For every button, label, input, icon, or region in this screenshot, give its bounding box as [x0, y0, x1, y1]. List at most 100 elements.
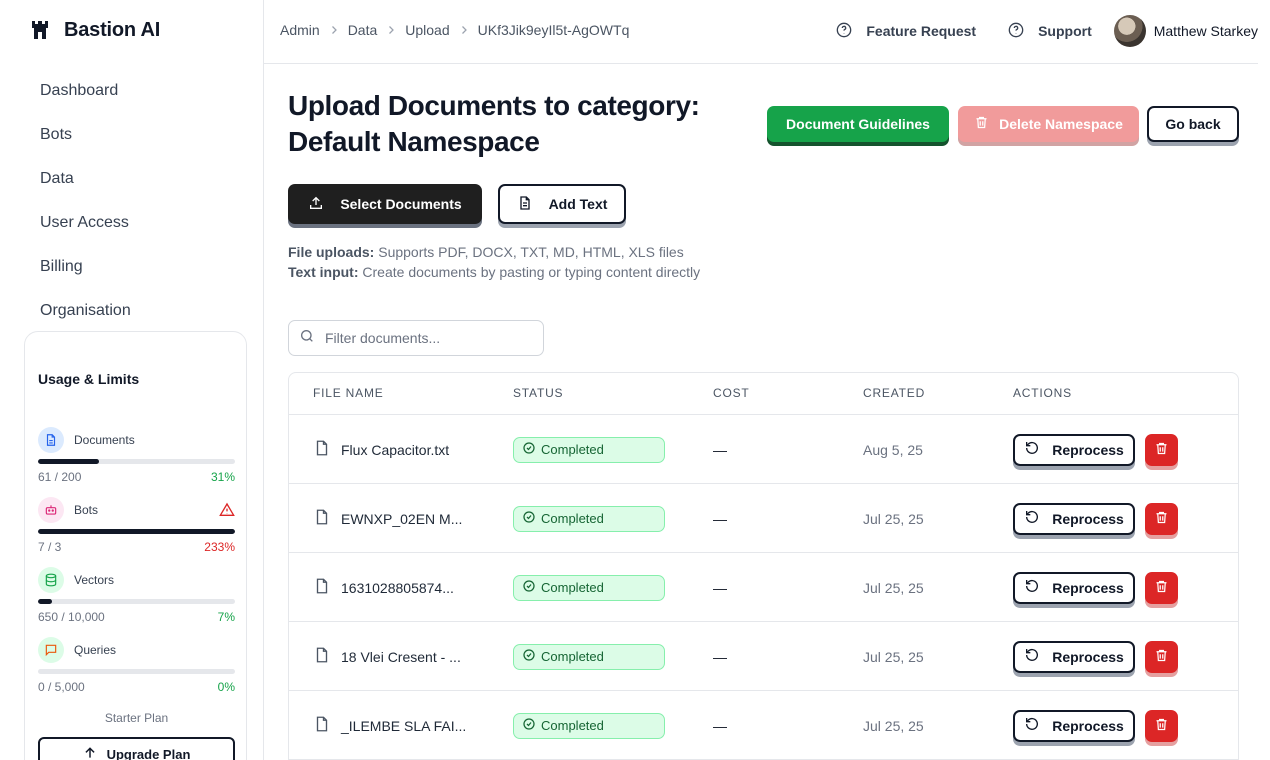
status-cell: Completed: [513, 415, 665, 484]
file-icon: [313, 715, 331, 736]
check-circle-icon: [523, 649, 535, 664]
sidebar-item-billing[interactable]: Billing: [40, 254, 131, 298]
metric-count: 650 / 10,000: [38, 610, 105, 624]
reprocess-button[interactable]: Reprocess: [1013, 433, 1135, 466]
delete-document-button[interactable]: [1145, 433, 1178, 466]
sidebar-item-bots[interactable]: Bots: [40, 122, 131, 166]
column-created[interactable]: CREATED: [863, 386, 925, 400]
breadcrumb-current: UKf3Jik9eyIl5t-AgOWTq: [477, 22, 630, 38]
status-cell: Completed: [513, 553, 665, 622]
actions-cell: Reprocess: [1013, 415, 1178, 484]
table-header: FILE NAME STATUS COST CREATED ACTIONS: [289, 373, 1238, 415]
help-circle-icon: [1008, 22, 1024, 41]
sidebar-item-data[interactable]: Data: [40, 166, 131, 210]
created-cell: Aug 5, 25: [863, 441, 923, 458]
plan-name: Starter Plan: [104, 711, 169, 725]
feature-request-link[interactable]: Feature Request: [836, 22, 976, 41]
file-name[interactable]: 18 Vlei Cresent - ...: [341, 649, 461, 665]
support-link[interactable]: Support: [1008, 22, 1092, 41]
document-guidelines-button[interactable]: Document Guidelines: [767, 106, 949, 142]
filter-box: [288, 320, 544, 356]
avatar[interactable]: [1113, 15, 1146, 47]
reprocess-button[interactable]: Reprocess: [1013, 571, 1135, 604]
status-text: Completed: [541, 718, 604, 733]
delete-document-button[interactable]: [1145, 709, 1178, 742]
arrow-up-icon: [83, 746, 97, 760]
table-row: 1631028805874... Completed — Jul 25, 25 …: [289, 553, 1238, 622]
created-cell: Jul 25, 25: [863, 579, 924, 596]
add-text-button[interactable]: Add Text: [498, 184, 626, 224]
refresh-icon: [1024, 647, 1040, 666]
status-text: Completed: [541, 511, 604, 526]
header-actions: Feature Request Support Matthew Starkey: [836, 14, 1258, 48]
metric-percent: 0%: [217, 680, 235, 694]
actions-cell: Reprocess: [1013, 622, 1178, 691]
file-icon: [313, 577, 331, 598]
breadcrumb-admin[interactable]: Admin: [280, 22, 320, 38]
chevron-right-icon: [328, 24, 340, 36]
sidebar-item-user-access[interactable]: User Access: [40, 210, 131, 254]
brand[interactable]: Bastion AI: [30, 18, 160, 42]
breadcrumb-upload[interactable]: Upload: [405, 22, 449, 38]
column-status[interactable]: STATUS: [513, 386, 563, 400]
check-circle-icon: [523, 580, 535, 595]
file-name-cell: _ILEMBE SLA FAI...: [313, 691, 466, 760]
cost-cell: —: [713, 441, 727, 458]
metric-label: Bots: [74, 503, 99, 517]
file-name[interactable]: Flux Capacitor.txt: [341, 442, 449, 458]
column-file-name[interactable]: FILE NAME: [313, 386, 384, 400]
filter-documents-input[interactable]: [325, 330, 525, 346]
metric-count: 7 / 3: [38, 540, 62, 554]
go-back-button[interactable]: Go back: [1147, 106, 1239, 142]
sidebar-item-dashboard[interactable]: Dashboard: [40, 78, 131, 122]
trash-icon: [1154, 717, 1169, 735]
status-badge: Completed: [513, 643, 665, 670]
document-guidelines-label: Document Guidelines: [786, 116, 930, 132]
created-cell: Jul 25, 25: [863, 648, 924, 665]
metric-count: 0 / 5,000: [38, 680, 85, 694]
table-row: Flux Capacitor.txt Completed — Aug 5, 25…: [289, 415, 1238, 484]
castle-logo-icon: [30, 18, 50, 42]
metric-count: 61 / 200: [38, 470, 82, 484]
chevron-right-icon: [458, 24, 470, 36]
trash-icon: [1154, 510, 1169, 528]
delete-document-button[interactable]: [1145, 640, 1178, 673]
refresh-icon: [1024, 509, 1040, 528]
status-text: Completed: [541, 649, 604, 664]
file-icon: [313, 646, 331, 667]
help-uploads-text: Supports PDF, DOCX, TXT, MD, HTML, XLS f…: [378, 244, 684, 260]
reprocess-label: Reprocess: [1052, 648, 1124, 665]
metric-documents: Documents 61 / 200 31%: [38, 427, 235, 484]
column-cost[interactable]: COST: [713, 386, 750, 400]
file-name[interactable]: _ILEMBE SLA FAI...: [341, 718, 466, 734]
user-name[interactable]: Matthew Starkey: [1154, 23, 1258, 39]
upload-help: File uploads: Supports PDF, DOCX, TXT, M…: [288, 242, 700, 282]
chat-icon: [38, 637, 64, 663]
upload-icon: [308, 195, 324, 214]
file-icon: [313, 508, 331, 529]
breadcrumb: Admin Data Upload UKf3Jik9eyIl5t-AgOWTq: [280, 22, 629, 38]
file-name[interactable]: 1631028805874...: [341, 580, 454, 596]
created-cell: Jul 25, 25: [863, 717, 924, 734]
help-text-label: Text input:: [288, 264, 359, 280]
file-text-icon: [517, 195, 533, 214]
delete-document-button[interactable]: [1145, 571, 1178, 604]
reprocess-button[interactable]: Reprocess: [1013, 502, 1135, 535]
delete-namespace-button[interactable]: Delete Namespace: [958, 106, 1139, 142]
breadcrumb-data[interactable]: Data: [348, 22, 378, 38]
created-cell: Jul 25, 25: [863, 510, 924, 527]
delete-document-button[interactable]: [1145, 502, 1178, 535]
select-documents-button[interactable]: Select Documents: [288, 184, 482, 224]
warning-icon: [219, 502, 235, 518]
file-name-cell: EWNXP_02EN M...: [313, 484, 462, 553]
upgrade-plan-button[interactable]: Upgrade Plan: [38, 737, 235, 760]
metric-percent: 31%: [210, 470, 235, 484]
status-cell: Completed: [513, 484, 665, 553]
status-text: Completed: [541, 580, 604, 595]
reprocess-label: Reprocess: [1052, 510, 1124, 527]
file-name[interactable]: EWNXP_02EN M...: [341, 511, 462, 527]
status-badge: Completed: [513, 436, 665, 463]
reprocess-button[interactable]: Reprocess: [1013, 640, 1135, 673]
reprocess-button[interactable]: Reprocess: [1013, 709, 1135, 742]
usage-title: Usage & Limits: [38, 371, 140, 387]
